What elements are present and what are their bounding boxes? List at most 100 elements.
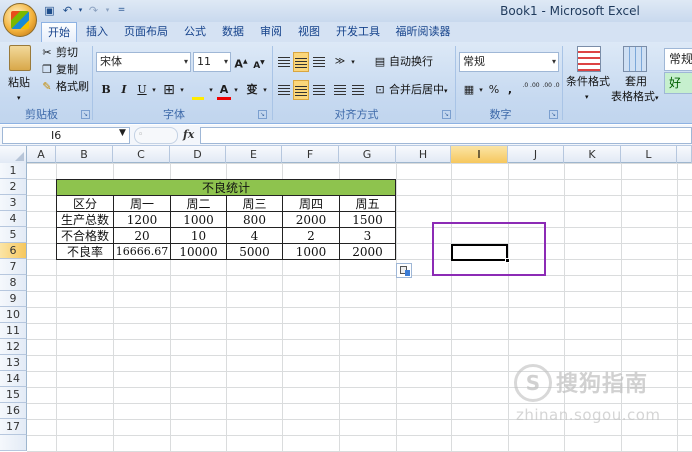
row-header-5[interactable]: 5 xyxy=(0,227,27,243)
underline-dropdown-icon[interactable]: ▾ xyxy=(150,80,158,100)
column-header-l[interactable]: L xyxy=(621,146,677,163)
paste-options-icon[interactable] xyxy=(396,263,412,278)
paste-button[interactable]: 粘贴 xyxy=(8,75,30,91)
table-cell[interactable]: 不合格数 xyxy=(56,227,114,244)
row-header-11[interactable]: 11 xyxy=(0,323,27,339)
table-cell[interactable]: 3 xyxy=(339,227,396,244)
cut-button[interactable]: ✂ 剪切 xyxy=(40,45,78,61)
table-header-cell[interactable]: 周四 xyxy=(282,195,340,212)
font-name-combo[interactable]: 宋体 ▾ xyxy=(96,52,191,72)
column-header-b[interactable]: B xyxy=(56,146,113,163)
table-cell[interactable]: 16666.67 xyxy=(113,243,171,260)
align-middle-icon[interactable] xyxy=(293,52,309,72)
grow-font-button[interactable]: A▲ xyxy=(234,52,248,72)
comma-button[interactable]: , xyxy=(504,80,516,100)
table-cell[interactable]: 1000 xyxy=(170,211,227,228)
borders-dropdown-icon[interactable]: ▾ xyxy=(178,80,186,100)
save-icon[interactable]: ▣ xyxy=(42,3,57,18)
align-right-icon[interactable] xyxy=(311,80,327,100)
borders-icon[interactable]: ⊞ xyxy=(161,80,177,100)
table-cell[interactable]: 1200 xyxy=(113,211,171,228)
chevron-down-icon[interactable]: ▾ xyxy=(585,89,589,105)
table-cell[interactable]: 10000 xyxy=(170,243,227,260)
accounting-format-icon[interactable]: ▦ xyxy=(460,80,478,100)
table-format-icon[interactable] xyxy=(623,46,647,72)
row-header-12[interactable]: 12 xyxy=(0,339,27,355)
column-header-h[interactable]: H xyxy=(396,146,451,163)
row-header-3[interactable]: 3 xyxy=(0,195,27,211)
name-box-dropdown-icon[interactable]: ▼ xyxy=(119,128,126,138)
column-header-c[interactable]: C xyxy=(113,146,170,163)
font-launcher-icon[interactable]: ↘ xyxy=(258,110,267,119)
column-header-e[interactable]: E xyxy=(226,146,282,163)
phonetic-dropdown-icon[interactable]: ▾ xyxy=(261,80,269,100)
active-cell-i6[interactable] xyxy=(451,244,508,261)
formula-bar-expander[interactable]: ◦ xyxy=(134,127,178,144)
table-cell[interactable]: 20 xyxy=(113,227,171,244)
number-launcher-icon[interactable]: ↘ xyxy=(549,110,558,119)
tab-view[interactable]: 视图 xyxy=(292,22,326,42)
conditional-format-icon[interactable] xyxy=(577,46,601,72)
style-normal[interactable]: 常规 xyxy=(664,48,692,71)
align-top-icon[interactable] xyxy=(276,52,292,72)
accounting-dropdown-icon[interactable]: ▾ xyxy=(477,80,485,100)
tab-page-layout[interactable]: 页面布局 xyxy=(118,22,174,42)
row-header-8[interactable]: 8 xyxy=(0,275,27,291)
tab-foxit-reader[interactable]: 福昕阅读器 xyxy=(390,22,456,42)
customize-icon[interactable]: = xyxy=(114,3,129,18)
row-header-18[interactable] xyxy=(0,435,27,451)
percent-button[interactable]: % xyxy=(487,80,501,100)
font-color-dropdown-icon[interactable]: ▾ xyxy=(232,80,240,100)
italic-button[interactable]: I xyxy=(117,80,131,100)
select-all-button[interactable] xyxy=(0,146,27,163)
name-box[interactable]: I6 xyxy=(2,127,130,144)
phonetic-button[interactable]: 变 xyxy=(243,80,261,100)
increase-decimal-button[interactable]: .0 .00 xyxy=(522,82,540,102)
table-header-cell[interactable]: 周三 xyxy=(226,195,283,212)
row-header-13[interactable]: 13 xyxy=(0,355,27,371)
column-header-g[interactable]: G xyxy=(339,146,396,163)
row-header-2[interactable]: 2 xyxy=(0,179,27,195)
font-color-button[interactable]: A xyxy=(217,80,231,100)
format-painter-button[interactable]: ✎ 格式刷 xyxy=(40,79,89,95)
table-cell[interactable]: 2000 xyxy=(282,211,340,228)
fill-color-icon[interactable] xyxy=(190,80,206,100)
wrap-text-button[interactable]: ▤ 自动换行 xyxy=(373,54,433,70)
align-left-icon[interactable] xyxy=(276,80,292,100)
row-header-14[interactable]: 14 xyxy=(0,371,27,387)
column-header-d[interactable]: D xyxy=(170,146,226,163)
tab-data[interactable]: 数据 xyxy=(216,22,250,42)
column-header-k[interactable]: K xyxy=(564,146,621,163)
increase-indent-icon[interactable] xyxy=(350,80,366,100)
row-header-16[interactable]: 16 xyxy=(0,403,27,419)
copy-button[interactable]: ❐ 复制 xyxy=(40,62,78,78)
alignment-launcher-icon[interactable]: ↘ xyxy=(442,110,451,119)
table-cell[interactable]: 1000 xyxy=(282,243,340,260)
table-cell[interactable]: 1500 xyxy=(339,211,396,228)
row-header-4[interactable]: 4 xyxy=(0,211,27,227)
table-header-cell[interactable]: 区分 xyxy=(56,195,114,212)
row-header-6[interactable]: 6 xyxy=(0,243,27,259)
row-header-1[interactable]: 1 xyxy=(0,163,27,179)
column-header-j[interactable]: J xyxy=(508,146,564,163)
column-header-a[interactable]: A xyxy=(27,146,56,163)
table-cell[interactable]: 10 xyxy=(170,227,227,244)
tab-formulas[interactable]: 公式 xyxy=(178,22,212,42)
table-header-cell[interactable]: 周五 xyxy=(339,195,396,212)
font-size-combo[interactable]: 11 ▾ xyxy=(193,52,231,72)
table-cell[interactable]: 800 xyxy=(226,211,283,228)
clipboard-launcher-icon[interactable]: ↘ xyxy=(81,110,90,119)
tab-insert[interactable]: 插入 xyxy=(80,22,114,42)
orientation-icon[interactable]: ≫ xyxy=(332,52,348,72)
row-header-17[interactable]: 17 xyxy=(0,419,27,435)
table-format-button[interactable]: 表格格式▾ xyxy=(611,89,659,106)
table-cell[interactable]: 2 xyxy=(282,227,340,244)
align-bottom-icon[interactable] xyxy=(311,52,327,72)
redo-icon[interactable]: ↷ xyxy=(86,3,101,18)
redo-dropdown-icon[interactable]: ▾ xyxy=(100,3,115,18)
table-title-cell[interactable]: 不良统计 xyxy=(56,179,396,196)
column-header-m[interactable] xyxy=(677,146,692,163)
tab-developer[interactable]: 开发工具 xyxy=(330,22,386,42)
table-cell[interactable]: 5000 xyxy=(226,243,283,260)
column-header-f[interactable]: F xyxy=(282,146,339,163)
